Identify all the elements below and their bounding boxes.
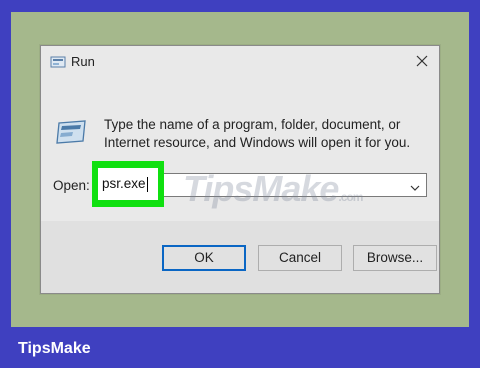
cancel-button[interactable]: Cancel	[258, 245, 342, 271]
watermark-domain: .com	[338, 190, 363, 204]
ok-button[interactable]: OK	[162, 245, 246, 271]
watermark-text: TipsMake	[183, 168, 339, 209]
close-icon[interactable]	[413, 52, 431, 70]
description-line-2: Internet resource, and Windows will open…	[104, 135, 411, 150]
run-program-icon	[55, 117, 87, 145]
text-caret	[146, 176, 148, 192]
brand-logo-text: TipsMake	[18, 340, 91, 357]
dialog-title: Run	[71, 54, 95, 69]
browse-button[interactable]: Browse...	[353, 245, 437, 271]
title-bar[interactable]: Run	[41, 46, 439, 76]
open-input-value: psr.exe	[102, 176, 146, 191]
open-label: Open:	[53, 178, 90, 193]
input-highlight: psr.exe	[92, 161, 164, 207]
run-dialog: Run Type the name of a program, folder, …	[40, 45, 440, 294]
screenshot-backdrop: Run Type the name of a program, folder, …	[11, 12, 469, 327]
chevron-down-icon[interactable]	[410, 180, 420, 191]
dialog-description: Type the name of a program, folder, docu…	[104, 116, 410, 152]
run-app-icon	[50, 55, 66, 68]
description-line-1: Type the name of a program, folder, docu…	[104, 117, 401, 132]
watermark: TipsMake.com	[183, 168, 363, 210]
open-input[interactable]: psr.exe	[98, 168, 158, 200]
